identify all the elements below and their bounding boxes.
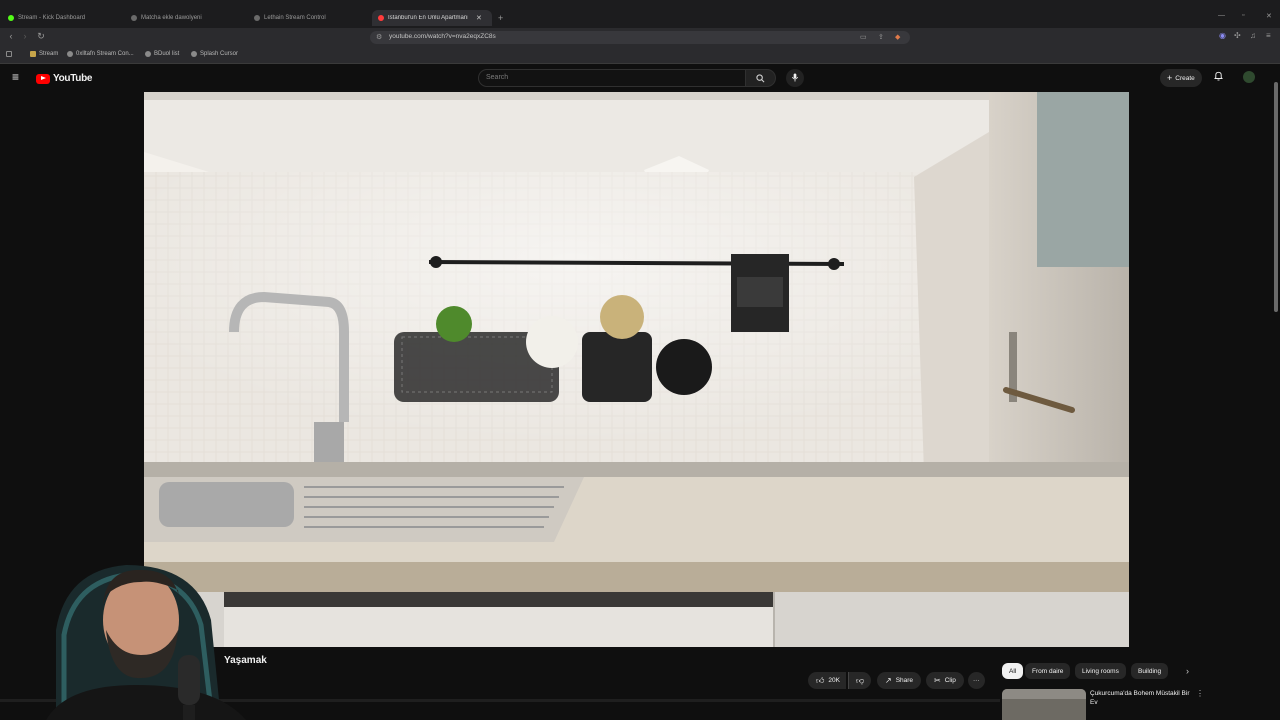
recommendation-thumbnail[interactable]	[1002, 689, 1086, 720]
chevron-right-icon[interactable]: ›	[1186, 666, 1189, 676]
tab-kick-dashboard[interactable]: Stream - Kick Dashboard	[8, 10, 118, 26]
tab-label: Matcha ekle dawolyeni	[141, 15, 202, 21]
tab-label: Lethain Stream Control	[264, 15, 326, 21]
youtube-header: ≡ YouTube Search + Create	[0, 64, 1280, 92]
chip-building[interactable]: Building	[1131, 663, 1169, 679]
search-input[interactable]: Search	[478, 69, 746, 87]
new-tab-button[interactable]: +	[498, 10, 503, 26]
brave-shield-icon[interactable]: ◆	[895, 33, 900, 41]
address-bar[interactable]: ⚙ youtube.com/watch?v=nva2eqxZC8s ▭ ⇪ ◆	[370, 31, 910, 44]
forward-icon[interactable]: ›	[19, 31, 31, 41]
video-player[interactable]	[144, 92, 1129, 647]
bookmark-stream-control[interactable]: 0xlltafn Stream Con...	[67, 51, 134, 57]
maximize-icon[interactable]: ▫	[1242, 12, 1244, 19]
reload-icon[interactable]: ↻	[35, 31, 47, 42]
bookmark-bdual-list[interactable]: BDuol list	[145, 51, 179, 57]
globe-icon	[67, 51, 73, 57]
chip-from-daire[interactable]: From daire	[1025, 663, 1071, 679]
search-icon	[756, 74, 765, 83]
streamer-person-image	[46, 565, 246, 720]
globe-favicon-icon	[131, 15, 137, 21]
browser-menu-icon[interactable]: ≡	[1266, 31, 1271, 40]
globe-icon	[145, 51, 151, 57]
folder-icon	[30, 51, 36, 57]
notifications-bell-icon[interactable]	[1214, 71, 1223, 83]
chip-living-rooms[interactable]: Living rooms	[1075, 663, 1126, 679]
minimize-icon[interactable]: —	[1218, 12, 1225, 19]
close-window-icon[interactable]: ✕	[1266, 12, 1272, 20]
close-tab-icon[interactable]: ✕	[476, 14, 482, 22]
more-horizontal-icon: ···	[973, 677, 980, 684]
bookmark-splash-cursor[interactable]: Splash Cursor	[191, 51, 238, 57]
voice-search-button[interactable]	[786, 69, 804, 87]
bookmarks-bar: Stream 0xlltafn Stream Con... BDuol list…	[0, 46, 1280, 64]
like-button[interactable]: 👍︎ 20K	[808, 672, 846, 689]
globe-favicon-icon	[254, 15, 260, 21]
plus-icon: +	[1167, 73, 1173, 83]
apps-grid-icon[interactable]	[6, 51, 12, 57]
kick-favicon-icon	[8, 15, 14, 21]
recommendation-title[interactable]: Çukurcuma'da Bohem Müstakil Bir Ev	[1090, 689, 1190, 707]
clip-button[interactable]: ✂ Clip	[926, 672, 964, 689]
thumbs-down-icon: 👎︎	[856, 675, 865, 685]
browser-tab-strip: Stream - Kick Dashboard Matcha ekle dawo…	[0, 0, 1280, 28]
page-scrollbar[interactable]	[1272, 70, 1280, 720]
browser-toolbar: ‹ › ↻ ⚙ youtube.com/watch?v=nva2eqxZC8s …	[0, 28, 1280, 46]
scissors-icon: ✂	[934, 676, 941, 685]
create-button[interactable]: + Create	[1160, 69, 1202, 87]
extensions-puzzle-icon[interactable]: ✣	[1234, 31, 1241, 40]
youtube-wordmark: YouTube	[53, 73, 93, 84]
account-avatar[interactable]	[1243, 71, 1255, 83]
dislike-button[interactable]: 👎︎	[848, 672, 872, 689]
scrollbar-thumb[interactable]	[1274, 82, 1278, 312]
share-page-icon[interactable]: ⇪	[878, 33, 884, 41]
back-icon[interactable]: ‹	[5, 31, 17, 41]
hamburger-menu-icon[interactable]: ≡	[12, 70, 19, 84]
tab-stream-control[interactable]: Lethain Stream Control	[254, 10, 366, 26]
share-arrow-icon: ↗	[885, 676, 892, 685]
youtube-logo[interactable]: YouTube	[36, 73, 93, 84]
tab-matcha[interactable]: Matcha ekle dawolyeni	[131, 10, 246, 26]
chip-all[interactable]: All	[1002, 663, 1024, 679]
music-icon[interactable]: ♫	[1250, 31, 1256, 40]
tab-youtube-active[interactable]: İstanbul'un En Ünlü Apartmanı ✕	[372, 10, 492, 26]
more-actions-button[interactable]: ···	[968, 672, 985, 689]
bookmark-stream[interactable]: Stream	[30, 51, 58, 57]
like-count: 20K	[828, 677, 840, 684]
search-button[interactable]	[746, 69, 776, 87]
extension-icon[interactable]: ◉	[1219, 31, 1226, 40]
microphone-icon	[791, 73, 799, 82]
youtube-play-logo-icon	[36, 73, 50, 84]
cast-icon[interactable]: ▭	[860, 33, 867, 41]
tab-label: Stream - Kick Dashboard	[18, 15, 86, 21]
search-placeholder: Search	[486, 74, 509, 81]
site-info-icon[interactable]: ⚙	[376, 33, 382, 41]
tab-label: İstanbul'un En Ünlü Apartmanı	[388, 15, 468, 21]
streamer-webcam-overlay	[46, 560, 270, 720]
share-button[interactable]: ↗ Share	[877, 672, 922, 689]
more-vertical-icon[interactable]: ⋮	[1196, 689, 1204, 698]
thumbs-up-icon: 👍︎	[816, 675, 825, 685]
video-frame-kitchen	[144, 92, 1129, 647]
youtube-favicon-icon	[378, 15, 384, 21]
url-text[interactable]: youtube.com/watch?v=nva2eqxZC8s	[389, 33, 496, 40]
globe-icon	[191, 51, 197, 57]
